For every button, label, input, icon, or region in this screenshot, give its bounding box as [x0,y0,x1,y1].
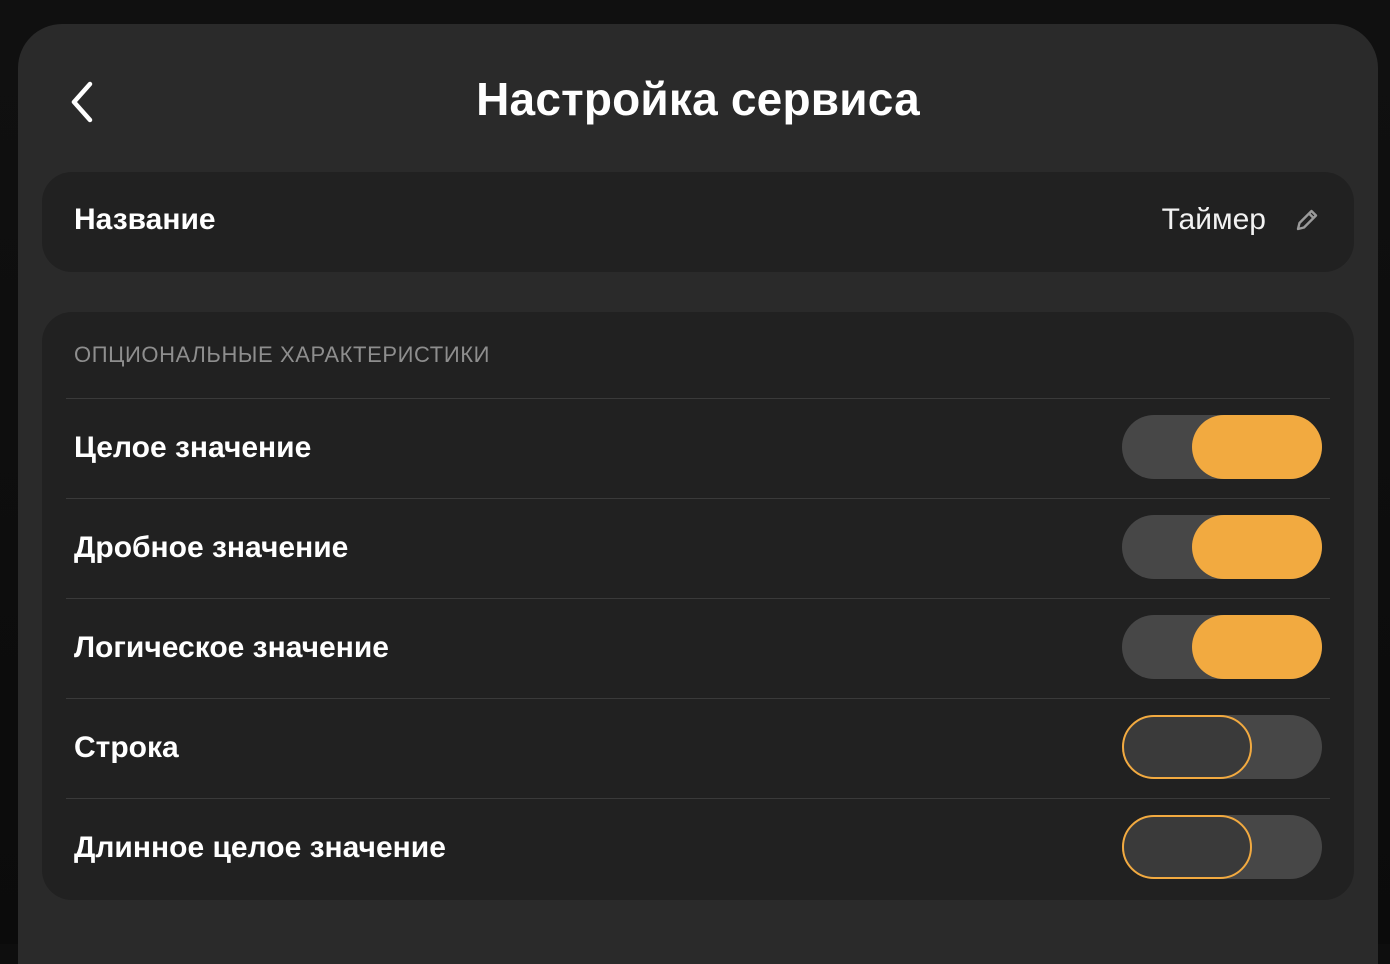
name-card: Название Таймер [42,172,1354,272]
page-title: Настройка сервиса [476,73,920,125]
optional-characteristics-card: ОПЦИОНАЛЬНЫЕ ХАРАКТЕРИСТИКИ Целое значен… [42,312,1354,900]
item-label: Дробное значение [74,531,349,564]
item-label: Логическое значение [74,631,389,664]
header: Настройка сервиса [18,24,1378,172]
toggle-switch[interactable] [1122,615,1322,679]
list-item: Строка [66,698,1330,798]
name-edit-button[interactable]: Таймер [1162,198,1322,242]
toggle-switch[interactable] [1122,815,1322,879]
name-value: Таймер [1161,203,1266,236]
toggle-switch[interactable] [1122,415,1322,479]
list-item: Длинное целое значение [66,798,1330,898]
pencil-icon[interactable] [1292,205,1322,235]
toggle-knob [1192,615,1322,679]
toggle-switch[interactable] [1122,715,1322,779]
list-item: Логическое значение [66,598,1330,698]
toggle-switch[interactable] [1122,515,1322,579]
toggle-knob [1122,815,1252,879]
service-settings-panel: Настройка сервиса Название Таймер ОПЦИОН… [18,24,1378,964]
item-label: Целое значение [74,431,312,464]
item-label: Длинное целое значение [74,831,446,864]
name-label: Название [74,203,216,236]
toggle-knob [1192,415,1322,479]
characteristics-list: Целое значение Дробное значение Логическ… [66,398,1330,898]
item-label: Строка [74,731,179,764]
toggle-knob [1122,715,1252,779]
section-title: ОПЦИОНАЛЬНЫЕ ХАРАКТЕРИСТИКИ [74,342,491,367]
list-item: Целое значение [66,398,1330,498]
list-item: Дробное значение [66,498,1330,598]
toggle-knob [1192,515,1322,579]
